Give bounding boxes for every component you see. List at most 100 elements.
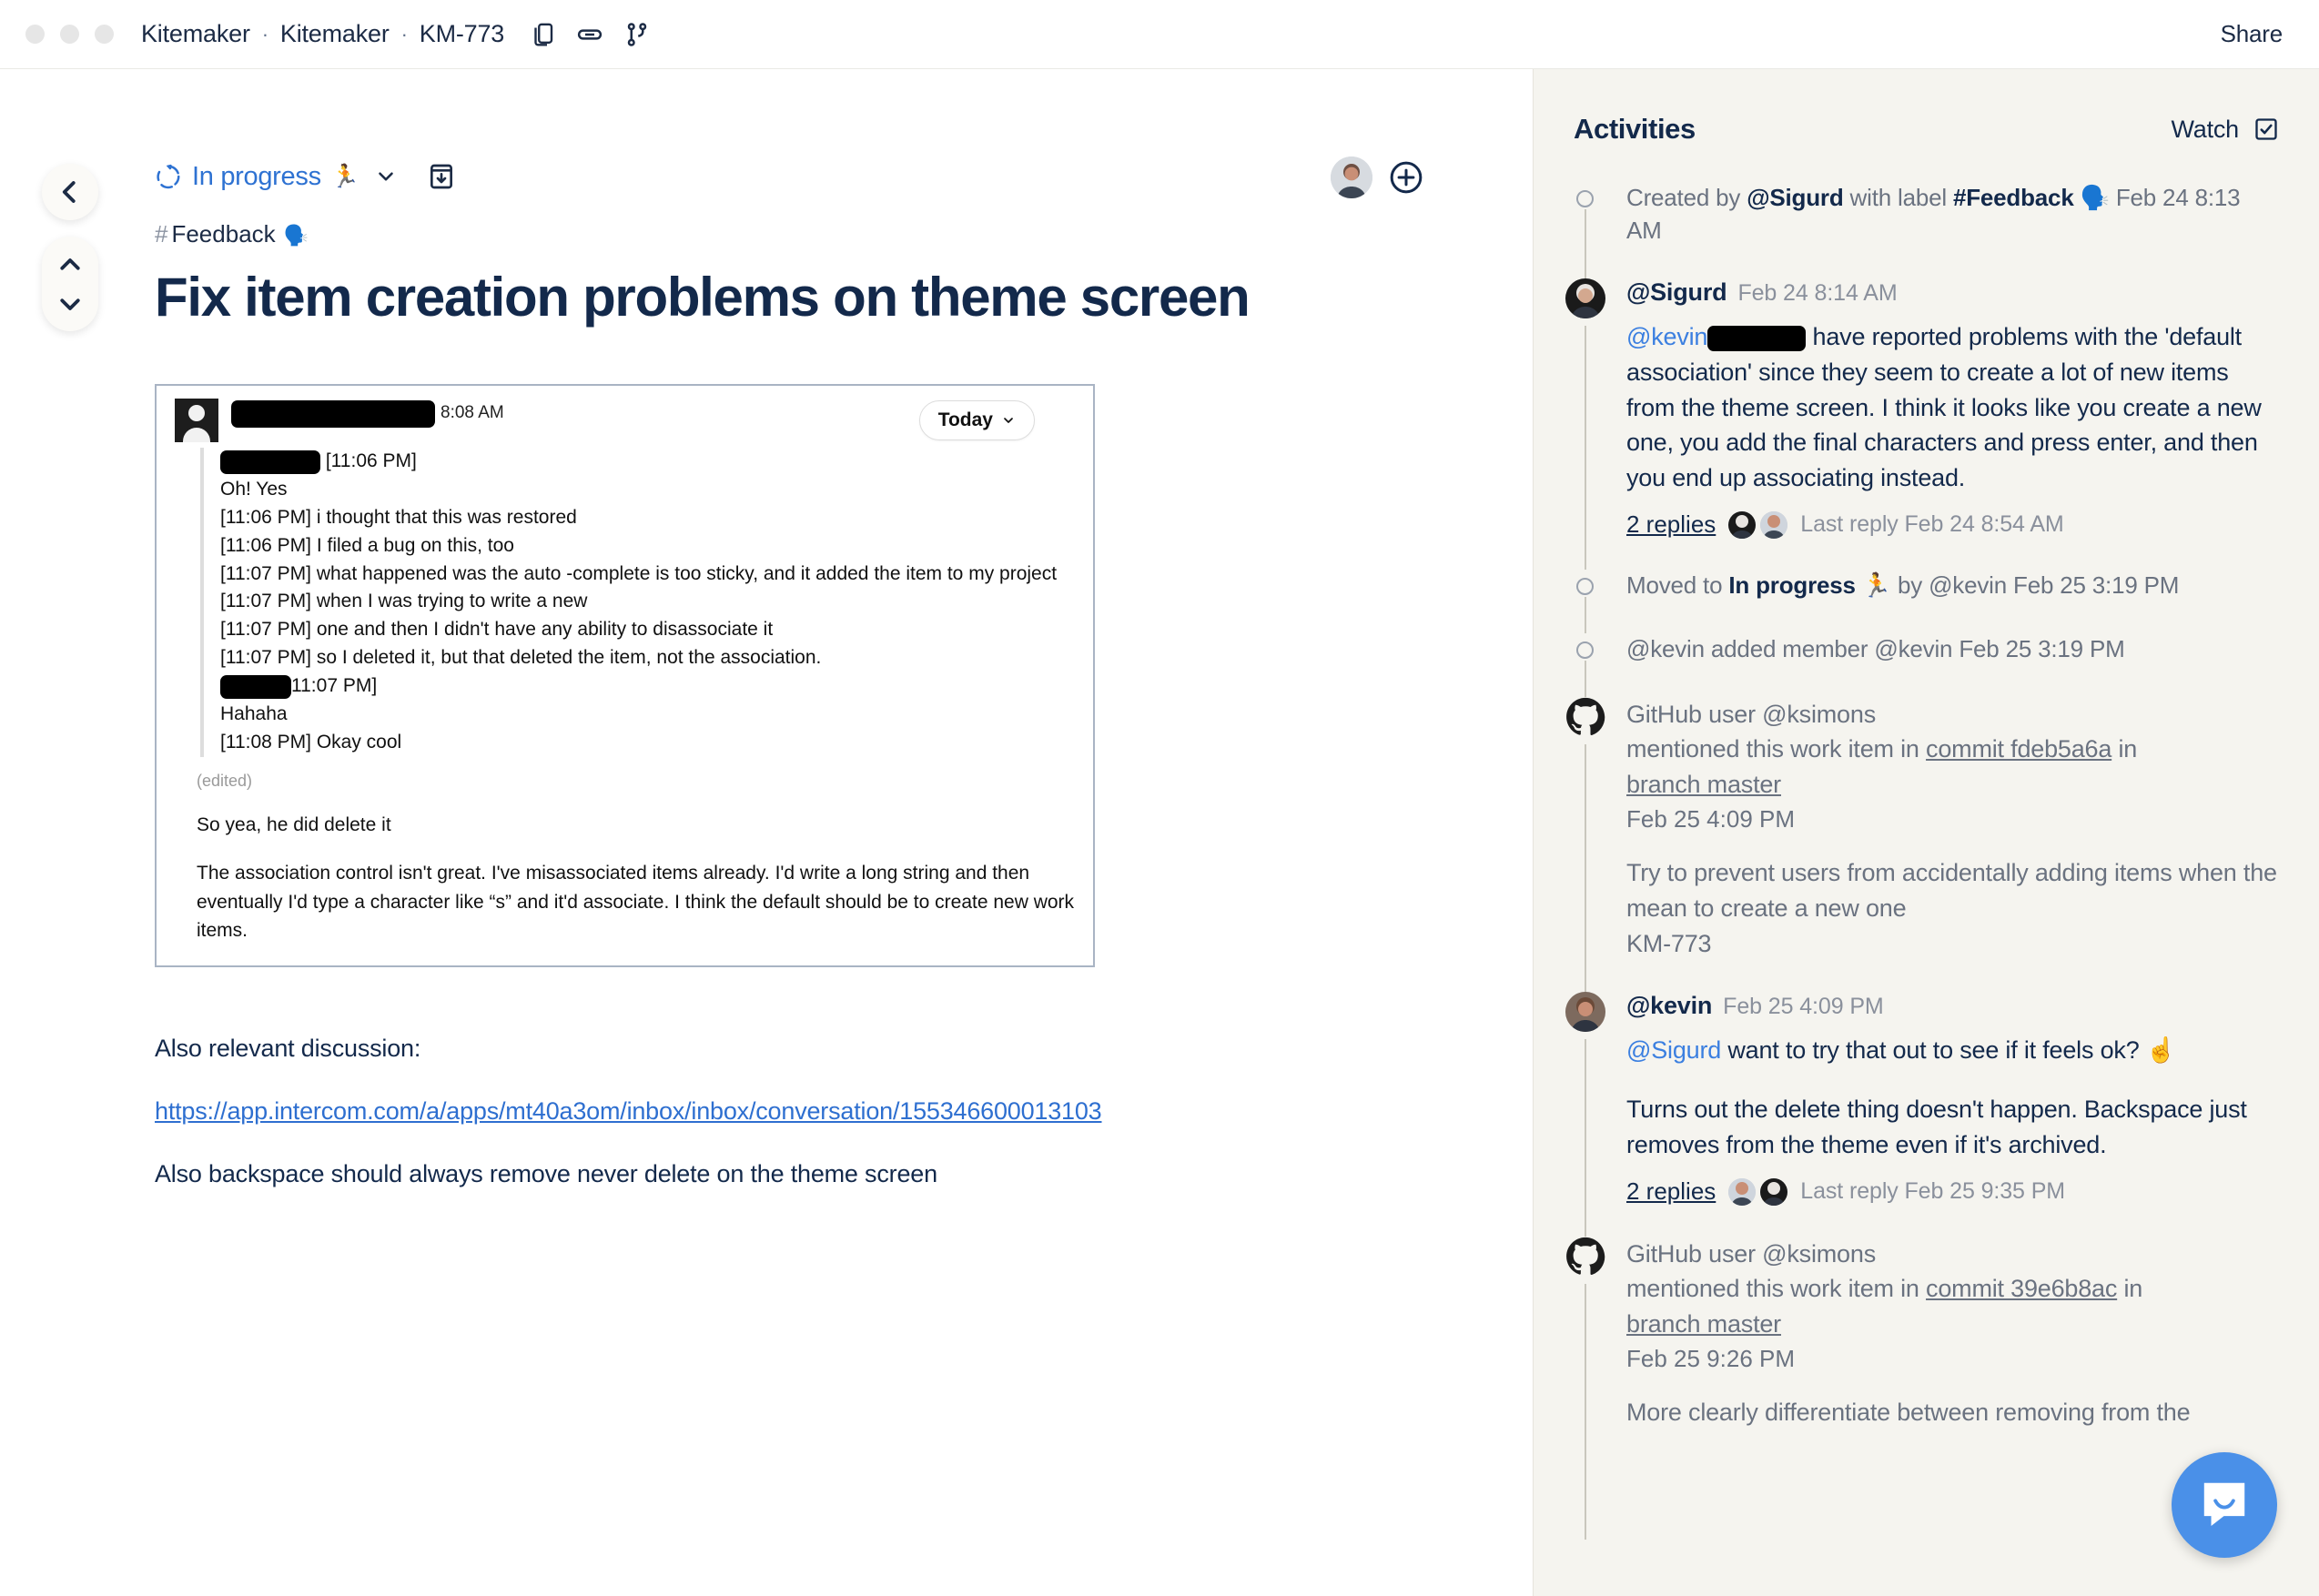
branch-link[interactable]: branch master bbox=[1626, 771, 1781, 798]
commit-link[interactable]: commit 39e6b8ac bbox=[1926, 1275, 2117, 1302]
avatar[interactable] bbox=[1565, 278, 1605, 318]
commit-link[interactable]: commit fdeb5a6a bbox=[1926, 735, 2111, 763]
previous-item-button[interactable] bbox=[42, 246, 98, 284]
comment-author[interactable]: @kevin bbox=[1626, 992, 1712, 1019]
archive-icon[interactable] bbox=[427, 162, 456, 191]
minimize-window-dot[interactable] bbox=[60, 25, 79, 44]
comment-text: @kevin have reported problems with the '… bbox=[1626, 319, 2279, 496]
maximize-window-dot[interactable] bbox=[95, 25, 114, 44]
today-label: Today bbox=[938, 409, 993, 431]
quote-text: [11:06 PM] bbox=[326, 450, 417, 471]
quote-line: [11:08 PM] Okay cool bbox=[220, 729, 1075, 757]
activity-body: GitHub user @ksimons mentioned this work… bbox=[1626, 1237, 2279, 1430]
activity-item: @kevin Feb 25 4:09 PM @Sigurd want to try… bbox=[1574, 992, 2279, 1237]
quote-line: [11:07 PM] one and then I didn't have an… bbox=[220, 616, 1075, 644]
timeline-line bbox=[1585, 209, 1586, 278]
branch-link[interactable]: branch master bbox=[1626, 1310, 1781, 1338]
mention-link[interactable]: @kevin bbox=[1626, 323, 1707, 350]
quote-line: [11:07 PM] so I deleted it, but that del… bbox=[220, 644, 1075, 672]
watch-toggle[interactable]: Watch bbox=[2171, 116, 2279, 144]
activity-member[interactable]: @kevin bbox=[1874, 635, 1952, 662]
embedded-screenshot[interactable]: 8:08 AM Today [11:06 PM] Oh! Yes [11:06 … bbox=[155, 384, 1095, 966]
activities-title: Activities bbox=[1574, 113, 1696, 146]
activity-item: GitHub user @ksimons mentioned this work… bbox=[1574, 697, 2279, 993]
timeline-line bbox=[1585, 1039, 1586, 1237]
activity-actor[interactable]: @Sigurd bbox=[1747, 184, 1843, 211]
status-row: In progress 🏃 bbox=[155, 157, 1533, 197]
activity-item: Moved to In progress 🏃 by @kevin Feb 25 … bbox=[1574, 570, 2279, 633]
work-item-description[interactable]: Also relevant discussion: https://app.in… bbox=[155, 967, 1533, 1188]
activity-text: Moved to In progress 🏃 by @kevin Feb 25 … bbox=[1626, 570, 2279, 602]
label-name: Feedback bbox=[171, 220, 275, 248]
running-person-emoji: 🏃 bbox=[331, 164, 359, 190]
commit-message: More clearly differentiate between remov… bbox=[1626, 1395, 2279, 1430]
activity-body: Created by @Sigurd with label #Feedback … bbox=[1626, 182, 2279, 247]
running-person-emoji: 🏃 bbox=[1862, 571, 1891, 599]
description-line: Also backspace should always remove neve… bbox=[155, 1160, 1533, 1188]
replies-link[interactable]: 2 replies bbox=[1626, 510, 1716, 539]
mention-link[interactable]: @Sigurd bbox=[1626, 1036, 1721, 1064]
screenshot-header: 8:08 AM Today bbox=[175, 399, 1075, 442]
breadcrumb-item-issue[interactable]: KM-773 bbox=[420, 20, 504, 48]
page-title[interactable]: Fix item creation problems on theme scre… bbox=[155, 267, 1533, 328]
comment-body: want to try that out to see if it feels … bbox=[1721, 1036, 2176, 1064]
speaking-head-emoji: 🗣️ bbox=[284, 224, 309, 247]
activity-gutter bbox=[1574, 1237, 1626, 1430]
checkbox-checked-icon bbox=[2253, 116, 2279, 142]
github-mid: in bbox=[2111, 735, 2137, 763]
work-item-pane: In progress 🏃 # Feedback 🗣️ Fix item cre… bbox=[0, 69, 1533, 1596]
intercom-conversation-link[interactable]: https://app.intercom.com/a/apps/mt40a3om… bbox=[155, 1097, 1102, 1126]
activity-gutter bbox=[1574, 570, 1626, 602]
comment-date: Feb 25 4:09 PM bbox=[1723, 994, 1883, 1019]
last-reply-text: Last reply Feb 24 8:54 AM bbox=[1800, 511, 2063, 538]
content-area: In progress 🏃 # Feedback 🗣️ Fix item cre… bbox=[0, 69, 2319, 1596]
window-controls[interactable] bbox=[25, 25, 114, 44]
label-row[interactable]: # Feedback 🗣️ bbox=[155, 220, 1533, 248]
close-window-dot[interactable] bbox=[25, 25, 45, 44]
breadcrumb-item-workspace[interactable]: Kitemaker bbox=[141, 20, 250, 48]
activity-gutter bbox=[1574, 633, 1626, 666]
avatar[interactable] bbox=[1565, 992, 1605, 1032]
screenshot-quote: [11:06 PM] Oh! Yes [11:06 PM] i thought … bbox=[200, 448, 1075, 756]
copy-icon[interactable] bbox=[529, 21, 556, 48]
chevron-down-icon bbox=[1001, 413, 1016, 428]
reply-avatars bbox=[1728, 1178, 1787, 1206]
watch-label: Watch bbox=[2171, 116, 2239, 144]
avatar[interactable] bbox=[1331, 157, 1372, 198]
github-prefix: mentioned this work item in bbox=[1626, 1275, 1926, 1302]
last-reply-text: Last reply Feb 25 9:35 PM bbox=[1800, 1178, 2065, 1205]
timeline-line bbox=[1585, 1284, 1586, 1540]
timeline-line bbox=[1585, 661, 1586, 697]
activity-label[interactable]: #Feedback bbox=[1953, 184, 2074, 211]
app-window: Kitemaker · Kitemaker · KM-773 bbox=[0, 0, 2319, 1596]
avatar bbox=[1728, 1178, 1756, 1206]
activity-prefix: Created by bbox=[1626, 184, 1747, 211]
back-button[interactable] bbox=[42, 164, 98, 220]
intercom-launcher-button[interactable] bbox=[2172, 1452, 2277, 1558]
avatar bbox=[1760, 1178, 1787, 1206]
activity-actor[interactable]: @kevin bbox=[1929, 571, 2007, 599]
activity-actor[interactable]: @kevin bbox=[1626, 635, 1705, 662]
share-button[interactable]: Share bbox=[2217, 15, 2286, 54]
comment-author[interactable]: @Sigurd bbox=[1626, 278, 1727, 306]
github-icon bbox=[1565, 697, 1605, 737]
quote-line: [11:06 PM] i thought that this was resto… bbox=[220, 504, 1075, 532]
avatar bbox=[1760, 511, 1787, 539]
timeline-line bbox=[1585, 744, 1586, 993]
link-icon[interactable] bbox=[576, 21, 603, 48]
status-button[interactable]: In progress 🏃 bbox=[155, 162, 359, 192]
comment-date: Feb 24 8:14 AM bbox=[1737, 280, 1897, 306]
activity-body: GitHub user @ksimons mentioned this work… bbox=[1626, 697, 2279, 962]
comment-text: @Sigurd want to try that out to see if i… bbox=[1626, 1033, 2279, 1068]
branch-icon[interactable] bbox=[623, 21, 651, 48]
quote-text: 11:07 PM] bbox=[291, 675, 377, 696]
replies-row: 2 replies Last reply Feb 25 9:35 PM bbox=[1626, 1177, 2279, 1206]
chevron-down-icon[interactable] bbox=[374, 165, 398, 188]
replies-row: 2 replies Last reply Feb 24 8:54 AM bbox=[1626, 510, 2279, 539]
next-item-button[interactable] bbox=[42, 285, 98, 323]
replies-link[interactable]: 2 replies bbox=[1626, 1177, 1716, 1206]
quote-line: [11:07 PM] what happened was the auto -c… bbox=[220, 561, 1075, 589]
today-dropdown[interactable]: Today bbox=[919, 400, 1035, 440]
breadcrumb-item-space[interactable]: Kitemaker bbox=[280, 20, 390, 48]
add-assignee-button[interactable] bbox=[1389, 160, 1423, 195]
